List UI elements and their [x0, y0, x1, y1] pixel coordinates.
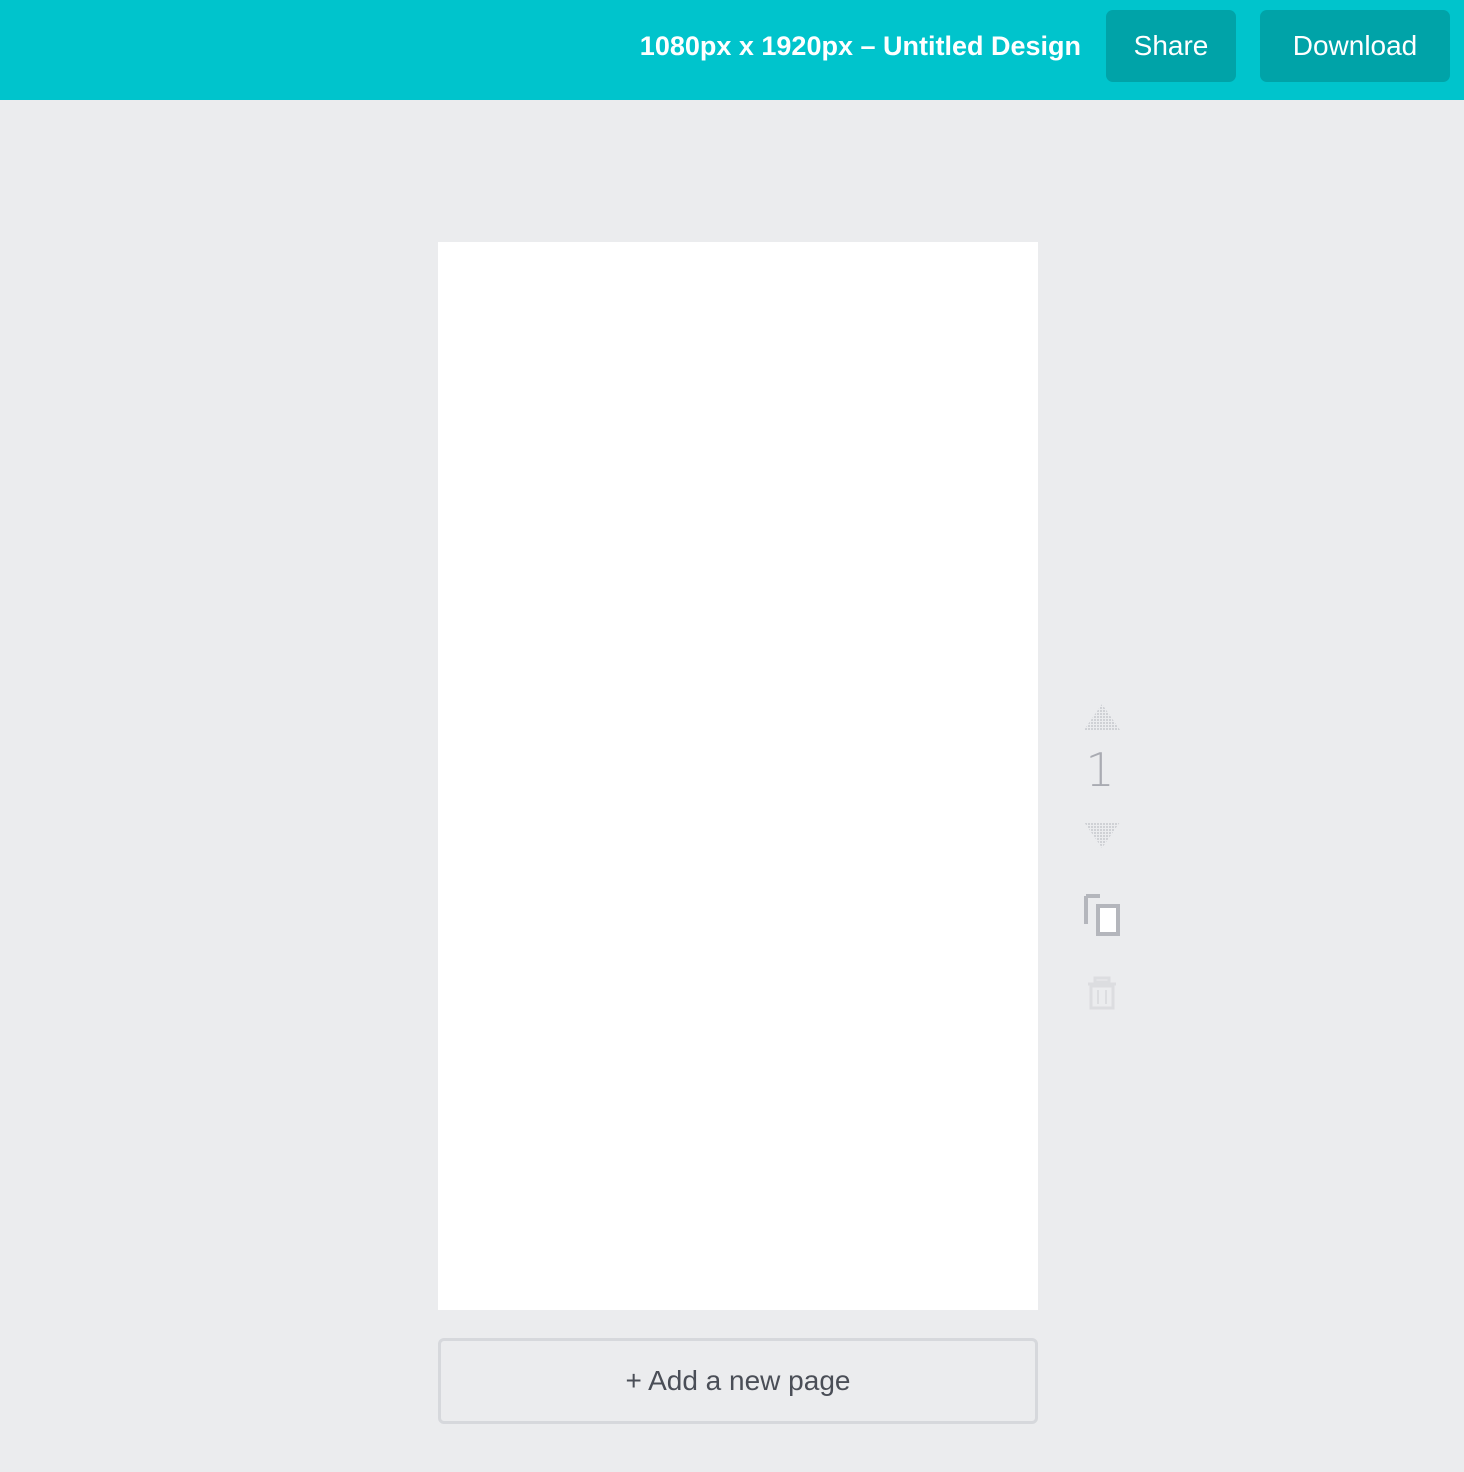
design-title[interactable]: 1080px x 1920px – Untitled Design	[640, 28, 1081, 64]
design-canvas-page[interactable]	[438, 242, 1038, 1310]
add-new-page-button[interactable]: + Add a new page	[438, 1338, 1038, 1424]
download-button[interactable]: Download	[1260, 10, 1450, 82]
share-button[interactable]: Share	[1106, 10, 1236, 82]
move-down-icon[interactable]	[1076, 820, 1128, 854]
top-bar: 1080px x 1920px – Untitled Design Share …	[0, 0, 1464, 100]
page-number: 1	[1085, 743, 1115, 797]
move-up-icon[interactable]	[1076, 698, 1128, 732]
delete-page-icon[interactable]	[1076, 976, 1128, 1012]
duplicate-page-icon[interactable]	[1076, 894, 1128, 940]
